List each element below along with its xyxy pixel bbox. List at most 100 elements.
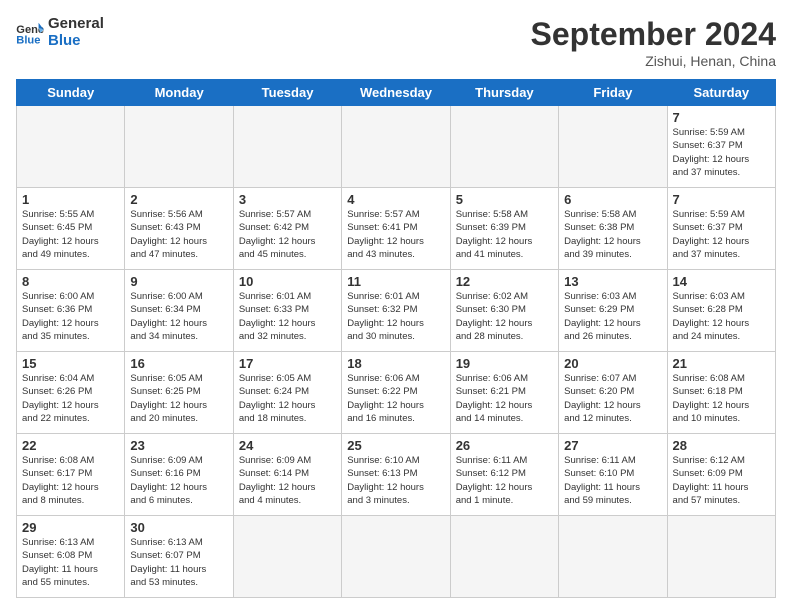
col-tuesday: Tuesday [233, 80, 341, 106]
day-number: 4 [347, 192, 444, 207]
day-number: 15 [22, 356, 119, 371]
cell-info: Sunrise: 6:07 AMSunset: 6:20 PMDaylight:… [564, 372, 661, 425]
empty-cell [233, 516, 341, 598]
day-cell-2: 2 Sunrise: 5:56 AMSunset: 6:43 PMDayligh… [125, 188, 233, 270]
day-number: 18 [347, 356, 444, 371]
cell-info: Sunrise: 6:01 AMSunset: 6:32 PMDaylight:… [347, 290, 444, 343]
day-cell-28: 28 Sunrise: 6:12 AMSunset: 6:09 PMDaylig… [667, 434, 775, 516]
day-number: 5 [456, 192, 553, 207]
cell-info: Sunrise: 6:02 AMSunset: 6:30 PMDaylight:… [456, 290, 553, 343]
day-cell-30: 30 Sunrise: 6:13 AMSunset: 6:07 PMDaylig… [125, 516, 233, 598]
location-subtitle: Zishui, Henan, China [531, 53, 776, 69]
logo-text-line1: General [48, 16, 104, 33]
empty-cell [450, 516, 558, 598]
day-cell-9: 9 Sunrise: 6:00 AMSunset: 6:34 PMDayligh… [125, 270, 233, 352]
day-cell-18: 18 Sunrise: 6:06 AMSunset: 6:22 PMDaylig… [342, 352, 450, 434]
day-number: 7 [673, 110, 770, 125]
day-number: 11 [347, 274, 444, 289]
month-title: September 2024 [531, 16, 776, 53]
day-number: 6 [564, 192, 661, 207]
day-cell-20: 20 Sunrise: 6:07 AMSunset: 6:20 PMDaylig… [559, 352, 667, 434]
cell-info: Sunrise: 6:08 AMSunset: 6:17 PMDaylight:… [22, 454, 119, 507]
day-cell-6: 6 Sunrise: 5:58 AMSunset: 6:38 PMDayligh… [559, 188, 667, 270]
logo: General Blue General Blue [16, 16, 104, 49]
day-cell-11: 11 Sunrise: 6:01 AMSunset: 6:32 PMDaylig… [342, 270, 450, 352]
empty-cell [450, 106, 558, 188]
day-number: 30 [130, 520, 227, 535]
cell-info: Sunrise: 6:01 AMSunset: 6:33 PMDaylight:… [239, 290, 336, 343]
day-cell-16: 16 Sunrise: 6:05 AMSunset: 6:25 PMDaylig… [125, 352, 233, 434]
day-number: 19 [456, 356, 553, 371]
day-number: 26 [456, 438, 553, 453]
col-saturday: Saturday [667, 80, 775, 106]
day-number: 27 [564, 438, 661, 453]
day-number: 21 [673, 356, 770, 371]
day-number: 8 [22, 274, 119, 289]
empty-cell [559, 516, 667, 598]
day-number: 22 [22, 438, 119, 453]
page-header: General Blue General Blue September 2024… [16, 16, 776, 69]
day-cell-8: 8 Sunrise: 6:00 AMSunset: 6:36 PMDayligh… [17, 270, 125, 352]
day-cell-10: 10 Sunrise: 6:01 AMSunset: 6:33 PMDaylig… [233, 270, 341, 352]
day-cell-4: 4 Sunrise: 5:57 AMSunset: 6:41 PMDayligh… [342, 188, 450, 270]
logo-text-line2: Blue [48, 33, 104, 50]
cell-info: Sunrise: 6:06 AMSunset: 6:21 PMDaylight:… [456, 372, 553, 425]
table-row: 29 Sunrise: 6:13 AMSunset: 6:08 PMDaylig… [17, 516, 776, 598]
day-cell-23: 23 Sunrise: 6:09 AMSunset: 6:16 PMDaylig… [125, 434, 233, 516]
cell-info: Sunrise: 6:11 AMSunset: 6:10 PMDaylight:… [564, 454, 661, 507]
table-row: 7 Sunrise: 5:59 AMSunset: 6:37 PMDayligh… [17, 106, 776, 188]
day-cell-1: 1 Sunrise: 5:55 AMSunset: 6:45 PMDayligh… [17, 188, 125, 270]
day-cell-27: 27 Sunrise: 6:11 AMSunset: 6:10 PMDaylig… [559, 434, 667, 516]
table-row: 22 Sunrise: 6:08 AMSunset: 6:17 PMDaylig… [17, 434, 776, 516]
empty-cell [667, 516, 775, 598]
day-cell-7b: 7 Sunrise: 5:59 AMSunset: 6:37 PMDayligh… [667, 188, 775, 270]
calendar-header-row: Sunday Monday Tuesday Wednesday Thursday… [17, 80, 776, 106]
day-cell-21: 21 Sunrise: 6:08 AMSunset: 6:18 PMDaylig… [667, 352, 775, 434]
day-cell-3: 3 Sunrise: 5:57 AMSunset: 6:42 PMDayligh… [233, 188, 341, 270]
cell-info: Sunrise: 6:11 AMSunset: 6:12 PMDaylight:… [456, 454, 553, 507]
svg-text:Blue: Blue [16, 34, 40, 45]
day-number: 24 [239, 438, 336, 453]
cell-info: Sunrise: 6:05 AMSunset: 6:24 PMDaylight:… [239, 372, 336, 425]
day-number: 29 [22, 520, 119, 535]
day-number: 1 [22, 192, 119, 207]
empty-cell [559, 106, 667, 188]
cell-info: Sunrise: 6:10 AMSunset: 6:13 PMDaylight:… [347, 454, 444, 507]
cell-info: Sunrise: 6:09 AMSunset: 6:14 PMDaylight:… [239, 454, 336, 507]
cell-info: Sunrise: 6:00 AMSunset: 6:34 PMDaylight:… [130, 290, 227, 343]
calendar-container: General Blue General Blue September 2024… [0, 0, 792, 606]
title-block: September 2024 Zishui, Henan, China [531, 16, 776, 69]
empty-cell [125, 106, 233, 188]
cell-info: Sunrise: 6:06 AMSunset: 6:22 PMDaylight:… [347, 372, 444, 425]
day-cell-17: 17 Sunrise: 6:05 AMSunset: 6:24 PMDaylig… [233, 352, 341, 434]
cell-info: Sunrise: 5:56 AMSunset: 6:43 PMDaylight:… [130, 208, 227, 261]
cell-info: Sunrise: 6:08 AMSunset: 6:18 PMDaylight:… [673, 372, 770, 425]
col-friday: Friday [559, 80, 667, 106]
day-cell-26: 26 Sunrise: 6:11 AMSunset: 6:12 PMDaylig… [450, 434, 558, 516]
col-sunday: Sunday [17, 80, 125, 106]
logo-icon: General Blue [16, 21, 44, 45]
day-number: 20 [564, 356, 661, 371]
calendar-table: Sunday Monday Tuesday Wednesday Thursday… [16, 79, 776, 598]
cell-info: Sunrise: 6:03 AMSunset: 6:29 PMDaylight:… [564, 290, 661, 343]
cell-info: Sunrise: 6:13 AMSunset: 6:08 PMDaylight:… [22, 536, 119, 589]
day-number: 23 [130, 438, 227, 453]
cell-info: Sunrise: 5:58 AMSunset: 6:39 PMDaylight:… [456, 208, 553, 261]
day-number: 16 [130, 356, 227, 371]
day-cell-15: 15 Sunrise: 6:04 AMSunset: 6:26 PMDaylig… [17, 352, 125, 434]
cell-info: Sunrise: 6:03 AMSunset: 6:28 PMDaylight:… [673, 290, 770, 343]
day-number: 25 [347, 438, 444, 453]
cell-info: Sunrise: 5:57 AMSunset: 6:41 PMDaylight:… [347, 208, 444, 261]
cell-info: Sunrise: 6:00 AMSunset: 6:36 PMDaylight:… [22, 290, 119, 343]
day-cell-22: 22 Sunrise: 6:08 AMSunset: 6:17 PMDaylig… [17, 434, 125, 516]
empty-cell [17, 106, 125, 188]
day-cell-24: 24 Sunrise: 6:09 AMSunset: 6:14 PMDaylig… [233, 434, 341, 516]
table-row: 8 Sunrise: 6:00 AMSunset: 6:36 PMDayligh… [17, 270, 776, 352]
day-cell-13: 13 Sunrise: 6:03 AMSunset: 6:29 PMDaylig… [559, 270, 667, 352]
day-cell-19: 19 Sunrise: 6:06 AMSunset: 6:21 PMDaylig… [450, 352, 558, 434]
day-cell-29: 29 Sunrise: 6:13 AMSunset: 6:08 PMDaylig… [17, 516, 125, 598]
cell-info: Sunrise: 6:13 AMSunset: 6:07 PMDaylight:… [130, 536, 227, 589]
cell-info: Sunrise: 6:12 AMSunset: 6:09 PMDaylight:… [673, 454, 770, 507]
col-wednesday: Wednesday [342, 80, 450, 106]
table-row: 1 Sunrise: 5:55 AMSunset: 6:45 PMDayligh… [17, 188, 776, 270]
